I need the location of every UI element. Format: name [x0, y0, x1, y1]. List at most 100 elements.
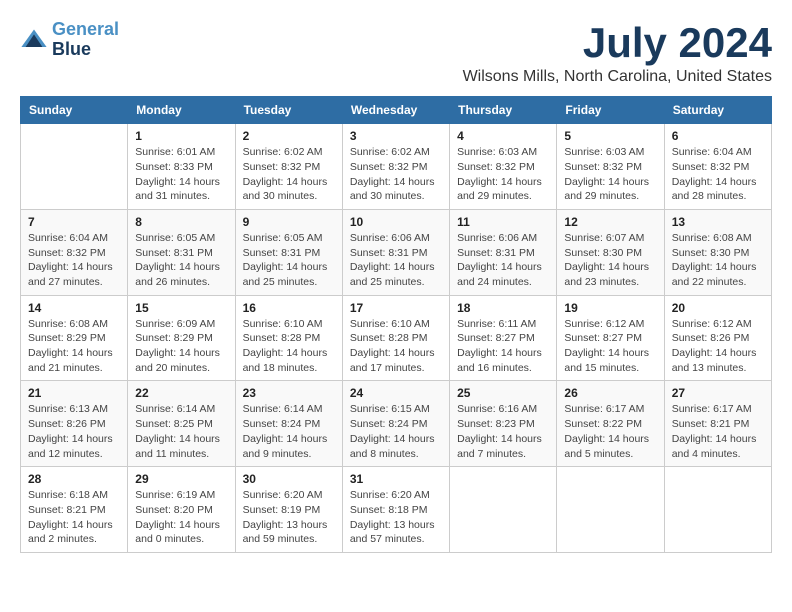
day-cell: 20Sunrise: 6:12 AMSunset: 8:26 PMDayligh…	[664, 295, 771, 381]
day-info: Sunrise: 6:15 AMSunset: 8:24 PMDaylight:…	[350, 402, 442, 461]
day-cell: 2 Sunrise: 6:02 AMSunset: 8:32 PMDaylight…	[235, 124, 342, 210]
day-info: Sunrise: 6:10 AMSunset: 8:28 PMDaylight:…	[243, 317, 335, 376]
day-number: 28	[28, 472, 120, 486]
day-cell: 5 Sunrise: 6:03 AMSunset: 8:32 PMDaylight…	[557, 124, 664, 210]
day-cell: 29 Sunrise: 6:19 AMSunset: 8:20 PMDayligh…	[128, 467, 235, 553]
day-info: Sunrise: 6:11 AMSunset: 8:27 PMDaylight:…	[457, 317, 549, 376]
day-info: Sunrise: 6:02 AMSunset: 8:32 PMDaylight:…	[243, 145, 335, 204]
day-cell: 19 Sunrise: 6:12 AMSunset: 8:27 PMDayligh…	[557, 295, 664, 381]
day-info: Sunrise: 6:20 AMSunset: 8:19 PMDaylight:…	[243, 488, 335, 547]
day-cell: 24Sunrise: 6:15 AMSunset: 8:24 PMDayligh…	[342, 381, 449, 467]
day-info: Sunrise: 6:01 AMSunset: 8:33 PMDaylight:…	[135, 145, 227, 204]
day-cell: 30 Sunrise: 6:20 AMSunset: 8:19 PMDayligh…	[235, 467, 342, 553]
day-info: Sunrise: 6:16 AMSunset: 8:23 PMDaylight:…	[457, 402, 549, 461]
day-info: Sunrise: 6:05 AMSunset: 8:31 PMDaylight:…	[135, 231, 227, 290]
day-info: Sunrise: 6:17 AMSunset: 8:22 PMDaylight:…	[564, 402, 656, 461]
day-info: Sunrise: 6:17 AMSunset: 8:21 PMDaylight:…	[672, 402, 764, 461]
day-info: Sunrise: 6:20 AMSunset: 8:18 PMDaylight:…	[350, 488, 442, 547]
day-number: 6	[672, 129, 764, 143]
day-info: Sunrise: 6:04 AMSunset: 8:32 PMDaylight:…	[28, 231, 120, 290]
day-info: Sunrise: 6:12 AMSunset: 8:27 PMDaylight:…	[564, 317, 656, 376]
day-cell: 22 Sunrise: 6:14 AMSunset: 8:25 PMDayligh…	[128, 381, 235, 467]
day-number: 2	[243, 129, 335, 143]
day-cell: 14 Sunrise: 6:08 AMSunset: 8:29 PMDayligh…	[21, 295, 128, 381]
day-cell: 26Sunrise: 6:17 AMSunset: 8:22 PMDayligh…	[557, 381, 664, 467]
day-info: Sunrise: 6:08 AMSunset: 8:30 PMDaylight:…	[672, 231, 764, 290]
calendar-table: SundayMondayTuesdayWednesdayThursdayFrid…	[20, 96, 772, 553]
weekday-header-saturday: Saturday	[664, 97, 771, 124]
day-cell: 15Sunrise: 6:09 AMSunset: 8:29 PMDayligh…	[128, 295, 235, 381]
day-number: 29	[135, 472, 227, 486]
day-number: 11	[457, 215, 549, 229]
day-number: 23	[243, 386, 335, 400]
day-info: Sunrise: 6:18 AMSunset: 8:21 PMDaylight:…	[28, 488, 120, 547]
week-row-2: 7 Sunrise: 6:04 AMSunset: 8:32 PMDaylight…	[21, 209, 772, 295]
weekday-header-monday: Monday	[128, 97, 235, 124]
day-cell: 23Sunrise: 6:14 AMSunset: 8:24 PMDayligh…	[235, 381, 342, 467]
title-area: July 2024 Wilsons Mills, North Carolina,…	[463, 20, 772, 86]
day-number: 3	[350, 129, 442, 143]
day-number: 14	[28, 301, 120, 315]
day-number: 27	[672, 386, 764, 400]
day-cell: 4Sunrise: 6:03 AMSunset: 8:32 PMDaylight…	[450, 124, 557, 210]
day-info: Sunrise: 6:02 AMSunset: 8:32 PMDaylight:…	[350, 145, 442, 204]
day-number: 31	[350, 472, 442, 486]
day-info: Sunrise: 6:03 AMSunset: 8:32 PMDaylight:…	[564, 145, 656, 204]
day-number: 17	[350, 301, 442, 315]
weekday-header-friday: Friday	[557, 97, 664, 124]
day-cell: 6 Sunrise: 6:04 AMSunset: 8:32 PMDaylight…	[664, 124, 771, 210]
day-info: Sunrise: 6:19 AMSunset: 8:20 PMDaylight:…	[135, 488, 227, 547]
day-cell: 27 Sunrise: 6:17 AMSunset: 8:21 PMDayligh…	[664, 381, 771, 467]
day-info: Sunrise: 6:08 AMSunset: 8:29 PMDaylight:…	[28, 317, 120, 376]
day-cell: 21Sunrise: 6:13 AMSunset: 8:26 PMDayligh…	[21, 381, 128, 467]
day-cell: 9Sunrise: 6:05 AMSunset: 8:31 PMDaylight…	[235, 209, 342, 295]
day-number: 25	[457, 386, 549, 400]
weekday-header-sunday: Sunday	[21, 97, 128, 124]
day-cell	[21, 124, 128, 210]
day-cell: 28 Sunrise: 6:18 AMSunset: 8:21 PMDayligh…	[21, 467, 128, 553]
day-cell: 10Sunrise: 6:06 AMSunset: 8:31 PMDayligh…	[342, 209, 449, 295]
day-cell: 18 Sunrise: 6:11 AMSunset: 8:27 PMDayligh…	[450, 295, 557, 381]
weekday-header-wednesday: Wednesday	[342, 97, 449, 124]
week-row-1: 1Sunrise: 6:01 AMSunset: 8:33 PMDaylight…	[21, 124, 772, 210]
week-row-5: 28 Sunrise: 6:18 AMSunset: 8:21 PMDayligh…	[21, 467, 772, 553]
day-number: 9	[243, 215, 335, 229]
day-cell: 17 Sunrise: 6:10 AMSunset: 8:28 PMDayligh…	[342, 295, 449, 381]
day-info: Sunrise: 6:09 AMSunset: 8:29 PMDaylight:…	[135, 317, 227, 376]
day-info: Sunrise: 6:12 AMSunset: 8:26 PMDaylight:…	[672, 317, 764, 376]
page-header: General Blue July 2024 Wilsons Mills, No…	[20, 20, 772, 86]
day-info: Sunrise: 6:10 AMSunset: 8:28 PMDaylight:…	[350, 317, 442, 376]
logo-icon	[20, 26, 48, 54]
day-number: 22	[135, 386, 227, 400]
day-number: 30	[243, 472, 335, 486]
day-cell: 13Sunrise: 6:08 AMSunset: 8:30 PMDayligh…	[664, 209, 771, 295]
day-cell: 25 Sunrise: 6:16 AMSunset: 8:23 PMDayligh…	[450, 381, 557, 467]
day-cell: 3 Sunrise: 6:02 AMSunset: 8:32 PMDaylight…	[342, 124, 449, 210]
day-number: 21	[28, 386, 120, 400]
day-info: Sunrise: 6:07 AMSunset: 8:30 PMDaylight:…	[564, 231, 656, 290]
weekday-header-thursday: Thursday	[450, 97, 557, 124]
day-number: 7	[28, 215, 120, 229]
day-info: Sunrise: 6:14 AMSunset: 8:25 PMDaylight:…	[135, 402, 227, 461]
main-title: July 2024	[463, 20, 772, 66]
day-info: Sunrise: 6:04 AMSunset: 8:32 PMDaylight:…	[672, 145, 764, 204]
day-number: 8	[135, 215, 227, 229]
subtitle: Wilsons Mills, North Carolina, United St…	[463, 68, 772, 86]
day-info: Sunrise: 6:03 AMSunset: 8:32 PMDaylight:…	[457, 145, 549, 204]
day-number: 10	[350, 215, 442, 229]
day-number: 16	[243, 301, 335, 315]
day-cell: 11 Sunrise: 6:06 AMSunset: 8:31 PMDayligh…	[450, 209, 557, 295]
day-cell: 31 Sunrise: 6:20 AMSunset: 8:18 PMDayligh…	[342, 467, 449, 553]
day-cell: 12Sunrise: 6:07 AMSunset: 8:30 PMDayligh…	[557, 209, 664, 295]
day-info: Sunrise: 6:06 AMSunset: 8:31 PMDaylight:…	[457, 231, 549, 290]
day-number: 5	[564, 129, 656, 143]
week-row-3: 14 Sunrise: 6:08 AMSunset: 8:29 PMDayligh…	[21, 295, 772, 381]
logo: General Blue	[20, 20, 119, 60]
day-cell: 7 Sunrise: 6:04 AMSunset: 8:32 PMDaylight…	[21, 209, 128, 295]
day-cell	[450, 467, 557, 553]
day-cell: 1Sunrise: 6:01 AMSunset: 8:33 PMDaylight…	[128, 124, 235, 210]
weekday-header-tuesday: Tuesday	[235, 97, 342, 124]
day-number: 18	[457, 301, 549, 315]
day-number: 19	[564, 301, 656, 315]
logo-text: General Blue	[52, 20, 119, 60]
